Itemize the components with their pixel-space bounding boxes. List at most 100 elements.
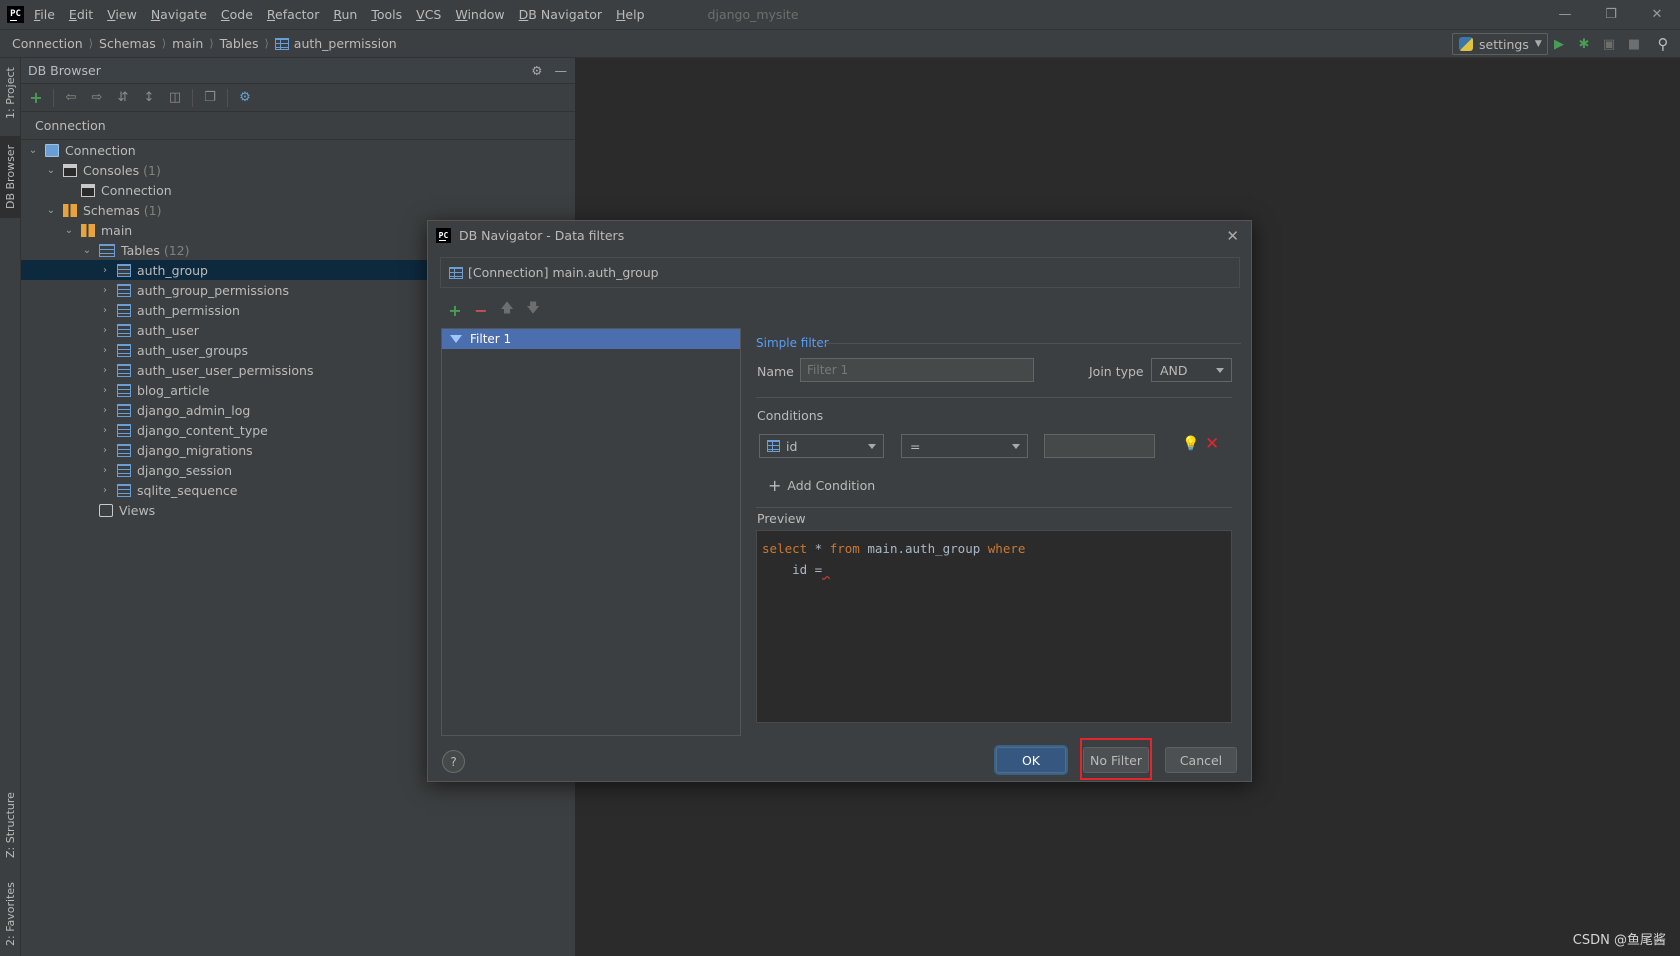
forward-icon[interactable]: ⇨ — [88, 89, 106, 107]
project-tool-tab[interactable]: 1: Project — [0, 62, 21, 124]
join-type-select[interactable]: AND — [1151, 358, 1232, 382]
menu-help[interactable]: Help — [616, 7, 645, 22]
tree-node-schemas[interactable]: ⌄ Schemas (1) — [21, 200, 575, 220]
highlight-annotation-box — [1080, 738, 1152, 780]
add-condition-button[interactable]: + Add Condition — [768, 476, 875, 495]
add-connection-icon[interactable]: + — [27, 88, 45, 107]
breadcrumb-separator-icon: ⟩ — [209, 37, 214, 50]
chevron-down-icon — [1216, 368, 1224, 373]
help-button[interactable]: ? — [442, 750, 465, 773]
tree-node-consoles[interactable]: ⌄ Consoles (1) — [21, 160, 575, 180]
gear-icon[interactable]: ⚙ — [531, 63, 542, 78]
chevron-right-icon[interactable]: › — [99, 325, 111, 336]
breadcrumb-auth-permission[interactable]: auth_permission — [274, 36, 397, 51]
menu-window[interactable]: Window — [455, 7, 504, 22]
chevron-right-icon[interactable]: › — [99, 385, 111, 396]
chevron-down-icon — [868, 444, 876, 449]
chevron-right-icon[interactable]: › — [99, 445, 111, 456]
tree-node-label: Tables — [121, 242, 160, 258]
search-icon[interactable]: ⚲ — [1654, 35, 1672, 53]
menu-run[interactable]: Run — [333, 7, 357, 22]
chevron-right-icon[interactable]: › — [99, 285, 111, 296]
menu-vcs[interactable]: VCS — [416, 7, 441, 22]
menu-db-navigator[interactable]: DB Navigator — [519, 7, 602, 22]
chevron-right-icon[interactable]: › — [99, 405, 111, 416]
menu-navigate[interactable]: Navigate — [151, 7, 207, 22]
run-configuration-label: settings — [1479, 36, 1529, 52]
tree-node-label: django_admin_log — [137, 402, 251, 418]
tree-node-label: sqlite_sequence — [137, 482, 238, 498]
filter-objects-icon[interactable]: ◫ — [166, 89, 184, 107]
chevron-right-icon[interactable]: › — [99, 305, 111, 316]
db-browser-tool-tab[interactable]: DB Browser — [0, 136, 21, 218]
run-configuration-select[interactable]: settings ▼ — [1452, 33, 1548, 55]
menu-refactor[interactable]: Refactor — [267, 7, 319, 22]
remove-filter-icon[interactable]: − — [474, 301, 488, 320]
settings-gear-icon[interactable]: ⚙ — [236, 89, 254, 107]
minimize-icon[interactable]: — — [1542, 0, 1588, 29]
structure-tool-tab[interactable]: Z: Structure — [0, 784, 21, 866]
filter-list-item[interactable]: Filter 1 — [442, 329, 740, 349]
cancel-button[interactable]: Cancel — [1165, 747, 1237, 773]
add-filter-icon[interactable]: + — [448, 301, 462, 320]
restore-icon[interactable]: ❐ — [1588, 0, 1634, 29]
tree-node-console-connection[interactable]: Connection — [21, 180, 575, 200]
move-up-icon[interactable]: 🡅 — [500, 299, 514, 321]
chevron-right-icon[interactable]: › — [99, 345, 111, 356]
coverage-icon[interactable]: ▣ — [1600, 35, 1618, 53]
expand-all-icon[interactable]: ⇵ — [114, 89, 132, 107]
chevron-down-icon[interactable]: ⌄ — [63, 225, 75, 236]
sql-keyword: from — [829, 541, 860, 556]
condition-operator-select[interactable]: = — [901, 434, 1028, 458]
chevron-right-icon[interactable]: › — [99, 465, 111, 476]
chevron-right-icon[interactable]: › — [99, 365, 111, 376]
table-icon — [274, 37, 289, 50]
remove-condition-icon[interactable]: ✕ — [1205, 434, 1219, 454]
filter-name-input[interactable]: Filter 1 — [800, 358, 1034, 382]
condition-value-input[interactable] — [1044, 434, 1155, 458]
menu-view[interactable]: View — [107, 7, 137, 22]
filter-list-toolbar: + − 🡅 🡇 — [448, 299, 540, 321]
breadcrumb-schemas[interactable]: Schemas — [99, 36, 156, 51]
chevron-right-icon[interactable]: › — [99, 485, 111, 496]
open-console-icon[interactable]: ❐ — [201, 89, 219, 107]
add-condition-label: Add Condition — [787, 478, 876, 493]
tables-icon — [99, 243, 115, 257]
stop-icon[interactable]: ■ — [1625, 35, 1643, 53]
close-icon[interactable]: ✕ — [1226, 227, 1239, 245]
connection-column-header: Connection — [21, 112, 575, 140]
ok-button[interactable]: OK — [996, 747, 1066, 773]
breadcrumb-connection[interactable]: Connection — [12, 36, 83, 51]
tree-node-connection[interactable]: ⌄ Connection — [21, 140, 575, 160]
window-controls: — ❐ ✕ — [1542, 0, 1680, 29]
menu-edit[interactable]: Edit — [69, 7, 93, 22]
sql-preview-line-2: id = — [762, 559, 1226, 580]
collapse-all-icon[interactable]: ↕ — [140, 89, 158, 107]
favorites-tool-tab[interactable]: 2: Favorites — [0, 876, 21, 952]
table-icon — [117, 263, 131, 277]
table-icon — [117, 283, 131, 297]
chevron-down-icon[interactable]: ⌄ — [45, 165, 57, 176]
toolbar-divider — [192, 88, 193, 107]
hide-panel-icon[interactable]: — — [555, 63, 568, 78]
menu-code[interactable]: Code — [221, 7, 253, 22]
chevron-down-icon[interactable]: ⌄ — [81, 245, 93, 256]
breadcrumb-main[interactable]: main — [172, 36, 203, 51]
condition-column-select[interactable]: id — [759, 434, 884, 458]
move-down-icon[interactable]: 🡇 — [526, 299, 540, 321]
menu-file[interactable]: File — [34, 7, 55, 22]
back-icon[interactable]: ⇦ — [62, 89, 80, 107]
chevron-down-icon[interactable]: ⌄ — [45, 205, 57, 216]
lightbulb-icon[interactable]: 💡 — [1182, 436, 1199, 452]
chevron-right-icon[interactable]: › — [99, 265, 111, 276]
toolbar-divider — [53, 88, 54, 107]
run-icon[interactable]: ▶ — [1550, 35, 1568, 53]
menu-tools[interactable]: Tools — [371, 7, 402, 22]
breadcrumb-tables[interactable]: Tables — [220, 36, 259, 51]
chevron-right-icon[interactable]: › — [99, 425, 111, 436]
debug-icon[interactable]: ✱ — [1575, 35, 1593, 53]
close-window-icon[interactable]: ✕ — [1634, 0, 1680, 29]
simple-filter-label: Simple filter — [756, 336, 829, 350]
chevron-down-icon[interactable]: ⌄ — [27, 145, 39, 156]
join-type-label: Join type — [1089, 364, 1144, 379]
